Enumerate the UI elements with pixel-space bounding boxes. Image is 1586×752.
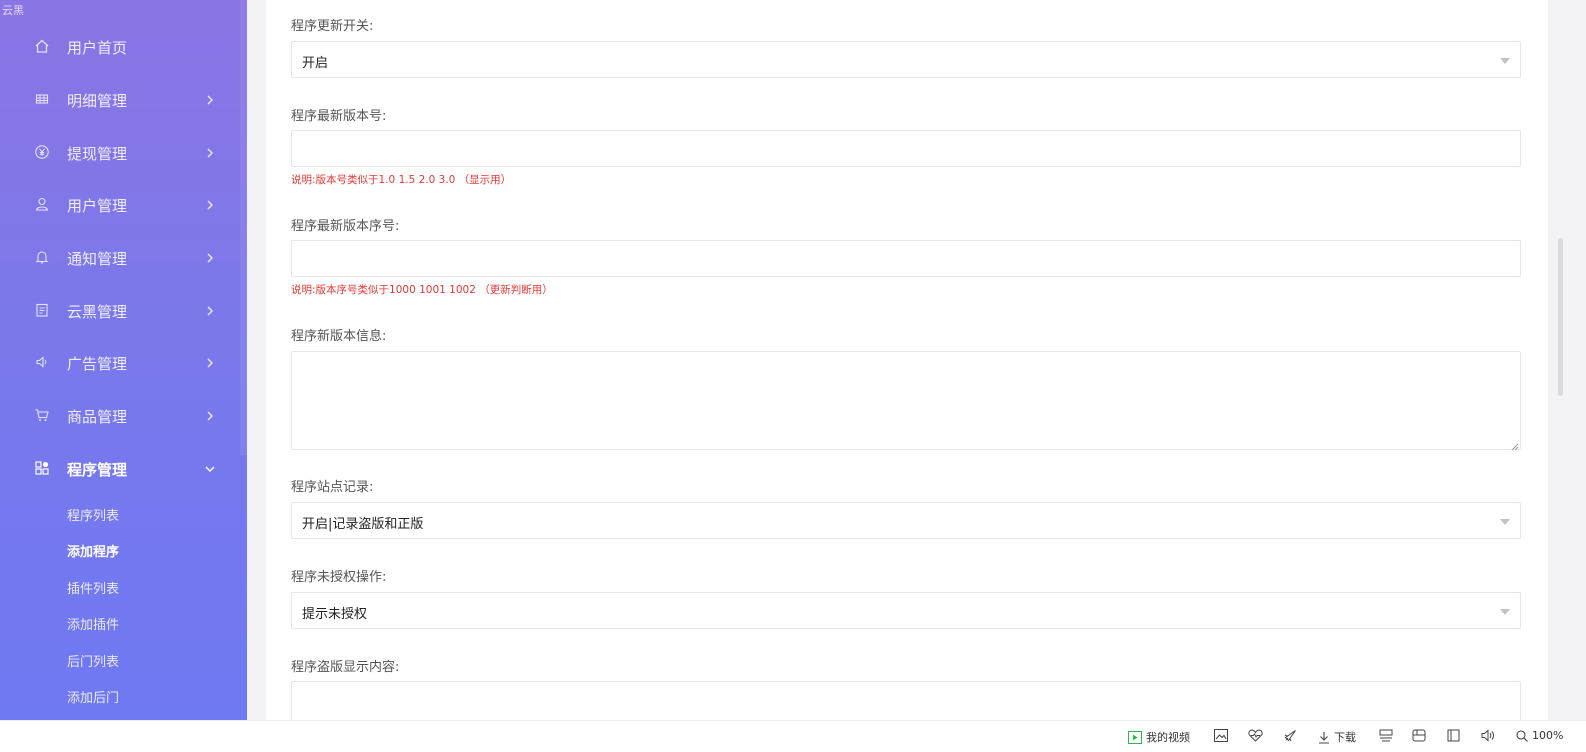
yen-icon: [34, 144, 50, 160]
window-icon[interactable]: [1447, 729, 1460, 742]
sidebar-item-label: 商品管理: [67, 407, 128, 426]
sidebar-item-details[interactable]: 明细管理: [0, 80, 247, 120]
select-value: 提示未授权: [302, 607, 368, 622]
unauthorized-action-select[interactable]: 提示未授权: [291, 592, 1521, 629]
sidebar-item-label: 通知管理: [67, 249, 128, 268]
select-value: 开启|记录盗版和正版: [302, 517, 424, 532]
latest-version-label: 程序最新版本号:: [291, 109, 387, 124]
translate-icon[interactable]: [1379, 729, 1393, 742]
list-icon: [34, 91, 50, 107]
chevron-right-icon: [204, 304, 216, 318]
home-icon: [34, 38, 50, 54]
form-card: 程序更新开关: 开启 程序最新版本号: 说明:版本号类似于1.0 1.5 2.0…: [266, 0, 1548, 731]
sidebar-item-products[interactable]: 商品管理: [0, 396, 247, 436]
site-record-select[interactable]: 开启|记录盗版和正版: [291, 502, 1521, 539]
sidebar-item-home[interactable]: 用户首页: [0, 27, 247, 67]
page-scrollbar[interactable]: [1558, 238, 1563, 396]
latest-serial-label: 程序最新版本序号:: [291, 219, 400, 234]
caret-down-icon: [1500, 58, 1510, 64]
sidebar-item-label: 明细管理: [67, 91, 128, 110]
sidebar-item-label: 提现管理: [67, 144, 128, 163]
image-icon[interactable]: [1214, 729, 1228, 742]
latest-version-input[interactable]: [291, 130, 1521, 167]
zoom-button[interactable]: 100%: [1516, 729, 1563, 742]
browser-status-bar: 我的视频 下载 100%: [0, 720, 1586, 752]
video-play-icon: [1128, 730, 1142, 744]
apps-icon: [34, 460, 50, 476]
unauthorized-action-label: 程序未授权操作:: [291, 570, 387, 585]
sidebar-corner-text: 云黑: [2, 4, 24, 17]
sidebar-item-programs[interactable]: 程序管理: [0, 449, 247, 489]
notes-icon[interactable]: [1412, 729, 1426, 742]
sidebar-item-withdraw[interactable]: 提现管理: [0, 133, 247, 173]
sidebar-subitem-add-backdoor[interactable]: 添加后门: [67, 687, 119, 706]
volume-icon[interactable]: [1481, 729, 1495, 742]
chevron-right-icon: [204, 93, 216, 107]
caret-down-icon: [1500, 609, 1510, 615]
latest-serial-hint: 说明:版本序号类似于1000 1001 1002 （更新判断用）: [291, 284, 553, 296]
rocket-icon[interactable]: [1283, 729, 1297, 743]
cart-icon: [34, 407, 50, 423]
latest-serial-input[interactable]: [291, 240, 1521, 277]
site-record-label: 程序站点记录:: [291, 480, 374, 495]
sidebar: 云黑 用户首页 明细管理 提现管理 用户管理 通知管理 云黑管理 广告管理 商品…: [0, 0, 247, 720]
update-switch-label: 程序更新开关:: [291, 19, 374, 34]
user-icon: [34, 196, 50, 212]
sidebar-item-label: 用户管理: [67, 196, 128, 215]
chevron-right-icon: [204, 251, 216, 265]
sidebar-item-blacklist[interactable]: 云黑管理: [0, 291, 247, 331]
sidebar-item-label: 程序管理: [67, 460, 128, 479]
sidebar-scroll-track: [240, 0, 247, 455]
sidebar-item-users[interactable]: 用户管理: [0, 185, 247, 225]
new-version-info-label: 程序新版本信息:: [291, 329, 387, 344]
download-button[interactable]: 下载: [1318, 729, 1356, 745]
zoom-level: 100%: [1532, 729, 1564, 742]
download-icon: [1319, 731, 1329, 744]
select-value: 开启: [302, 56, 329, 71]
sidebar-subitem-program-list[interactable]: 程序列表: [67, 505, 119, 524]
latest-version-hint: 说明:版本号类似于1.0 1.5 2.0 3.0 （显示用）: [291, 174, 512, 186]
update-switch-select[interactable]: 开启: [291, 41, 1521, 78]
sidebar-item-ads[interactable]: 广告管理: [0, 343, 247, 383]
speaker-icon: [34, 354, 50, 370]
caret-down-icon: [1500, 519, 1510, 525]
sidebar-subitem-backdoor-list[interactable]: 后门列表: [67, 651, 119, 670]
chevron-right-icon: [204, 198, 216, 212]
health-heart-icon[interactable]: [1248, 729, 1263, 742]
chevron-right-icon: [204, 409, 216, 423]
sidebar-item-label: 广告管理: [67, 354, 128, 373]
download-label: 下载: [1334, 731, 1356, 744]
resize-handle-icon[interactable]: [1511, 440, 1519, 451]
zoom-magnifier-icon: [1516, 729, 1528, 742]
bell-icon: [34, 249, 50, 265]
sidebar-item-label: 用户首页: [67, 38, 128, 57]
sidebar-subitem-add-program[interactable]: 添加程序: [67, 541, 119, 560]
new-version-info-textarea[interactable]: [291, 351, 1521, 451]
sidebar-item-label: 云黑管理: [67, 302, 128, 321]
sidebar-subitem-plugin-list[interactable]: 插件列表: [67, 578, 119, 597]
sidebar-item-notifications[interactable]: 通知管理: [0, 238, 247, 278]
my-videos-button[interactable]: 我的视频: [1128, 729, 1190, 745]
chevron-right-icon: [204, 146, 216, 160]
clipboard-icon: [34, 302, 50, 318]
main-content: 程序更新开关: 开启 程序最新版本号: 说明:版本号类似于1.0 1.5 2.0…: [247, 0, 1586, 731]
chevron-right-icon: [204, 356, 216, 370]
piracy-content-label: 程序盗版显示内容:: [291, 660, 400, 675]
sidebar-subitem-add-plugin[interactable]: 添加插件: [67, 614, 119, 633]
chevron-down-icon: [204, 462, 216, 476]
my-videos-label: 我的视频: [1146, 731, 1190, 744]
